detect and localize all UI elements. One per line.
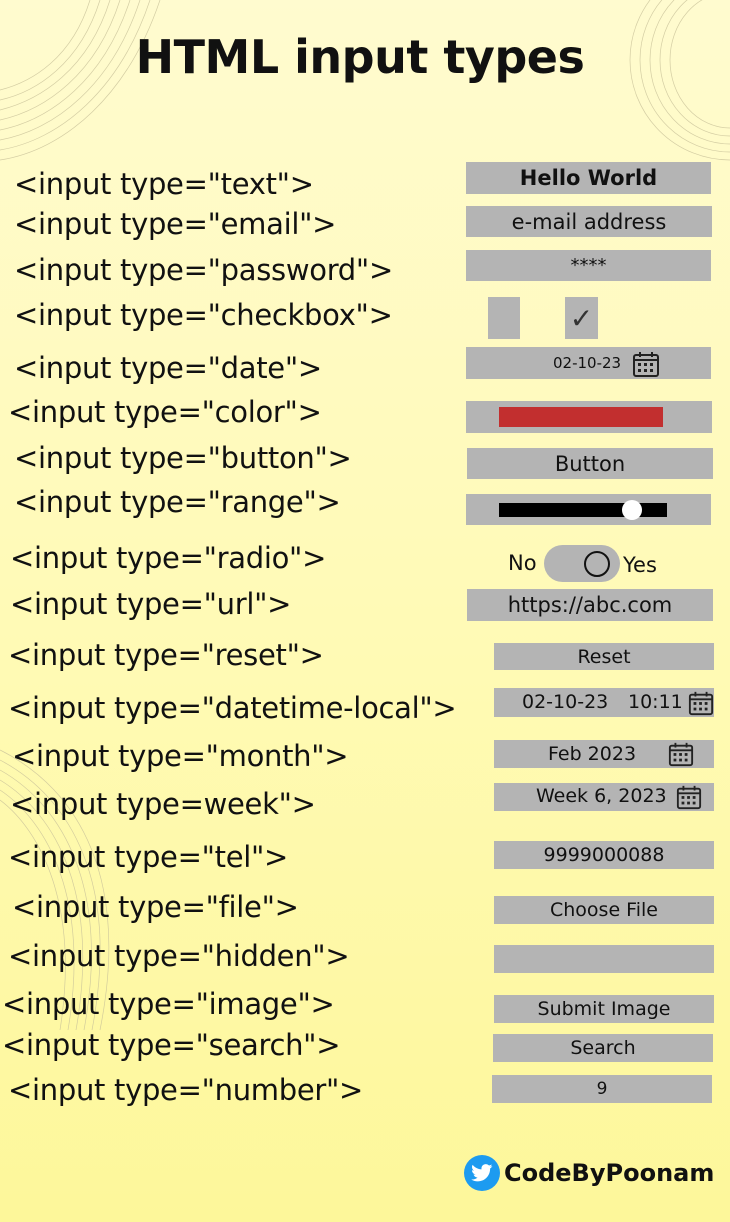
password-input-mock[interactable]: **** [466, 250, 711, 281]
hidden-input-mock [494, 945, 714, 973]
radio-yes-label: Yes [623, 553, 657, 577]
calendar-icon [668, 742, 694, 767]
text-input-value: Hello World [519, 166, 658, 190]
tel-input-mock[interactable]: 9999000088 [494, 841, 714, 869]
submit-image-label: Submit Image [537, 998, 671, 1020]
email-input-value: e-mail address [511, 209, 667, 234]
range-thumb[interactable] [621, 500, 642, 520]
twitter-bird-icon [464, 1155, 500, 1191]
footer-handle[interactable]: CodeByPoonam [504, 1159, 714, 1187]
color-input-mock[interactable] [466, 401, 712, 433]
range-track [499, 503, 667, 517]
text-input-mock[interactable]: Hello World [466, 162, 711, 194]
code-email: <input type="email"> [14, 207, 337, 241]
code-month: <input type="month"> [12, 739, 349, 773]
datetime-local-input-mock[interactable]: 02-10-23 10:11 [494, 688, 714, 717]
choose-file-label: Choose File [550, 899, 658, 921]
color-swatch [499, 407, 663, 427]
decorative-lines-top-left [0, 0, 161, 161]
search-input-mock[interactable]: Search [493, 1034, 713, 1062]
range-input-mock[interactable] [466, 494, 711, 525]
reset-button-mock[interactable]: Reset [494, 643, 714, 670]
radio-toggle-knob [584, 551, 610, 577]
calendar-icon [633, 352, 659, 377]
button-input-mock[interactable]: Button [467, 448, 713, 479]
week-input-value: Week 6, 2023 [536, 785, 667, 807]
code-password: <input type="password"> [14, 253, 393, 287]
code-button: <input type="button"> [14, 441, 352, 475]
radio-toggle[interactable] [544, 545, 620, 582]
code-hidden: <input type="hidden"> [8, 939, 350, 973]
code-number: <input type="number"> [8, 1073, 364, 1107]
week-input-mock[interactable]: Week 6, 2023 [494, 783, 714, 811]
url-input-value: https://abc.com [507, 593, 673, 617]
checkbox-unchecked[interactable] [488, 297, 520, 339]
search-input-value: Search [570, 1037, 636, 1059]
tel-input-value: 9999000088 [543, 844, 665, 866]
image-input-mock[interactable]: Submit Image [494, 995, 714, 1023]
email-input-mock[interactable]: e-mail address [466, 206, 712, 237]
reset-label: Reset [577, 645, 631, 668]
datetime-time-value: 10:11 [628, 691, 683, 713]
month-input-mock[interactable]: Feb 2023 [494, 740, 714, 768]
code-file: <input type="file"> [12, 890, 299, 924]
code-range: <input type="range"> [14, 485, 341, 519]
month-input-value: Feb 2023 [548, 743, 637, 765]
radio-no-label: No [508, 551, 537, 575]
calendar-icon [676, 785, 702, 810]
checkbox-checked[interactable]: ✓ [565, 297, 598, 339]
page-title: HTML input types [135, 30, 585, 84]
code-radio: <input type="radio"> [10, 541, 327, 575]
code-tel: <input type="tel"> [8, 840, 289, 874]
decorative-lines-top-right [629, 0, 730, 161]
check-icon: ✓ [569, 301, 594, 335]
button-label: Button [554, 451, 626, 476]
file-input-mock[interactable]: Choose File [494, 896, 714, 924]
password-input-value: **** [570, 255, 607, 276]
code-text: <input type="text"> [14, 167, 314, 201]
footer-credit: CodeByPoonam [464, 1155, 714, 1191]
code-search: <input type="search"> [2, 1028, 341, 1062]
datetime-date-value: 02-10-23 [522, 691, 609, 713]
code-reset: <input type="reset"> [8, 638, 324, 672]
url-input-mock[interactable]: https://abc.com [467, 589, 713, 621]
code-color: <input type="color"> [8, 395, 322, 429]
code-date: <input type="date"> [14, 351, 322, 385]
code-image: <input type="image"> [2, 987, 335, 1021]
code-checkbox: <input type="checkbox"> [14, 298, 393, 332]
code-week: <input type=week"> [10, 787, 316, 821]
date-input-value: 02-10-23 [553, 354, 622, 372]
date-input-mock[interactable]: 02-10-23 [466, 347, 711, 379]
number-input-mock[interactable]: 9 [492, 1075, 712, 1103]
calendar-icon [688, 691, 714, 716]
number-input-value: 9 [596, 1079, 608, 1099]
code-datetime-local: <input type="datetime-local"> [8, 691, 457, 725]
code-url: <input type="url"> [10, 587, 292, 621]
